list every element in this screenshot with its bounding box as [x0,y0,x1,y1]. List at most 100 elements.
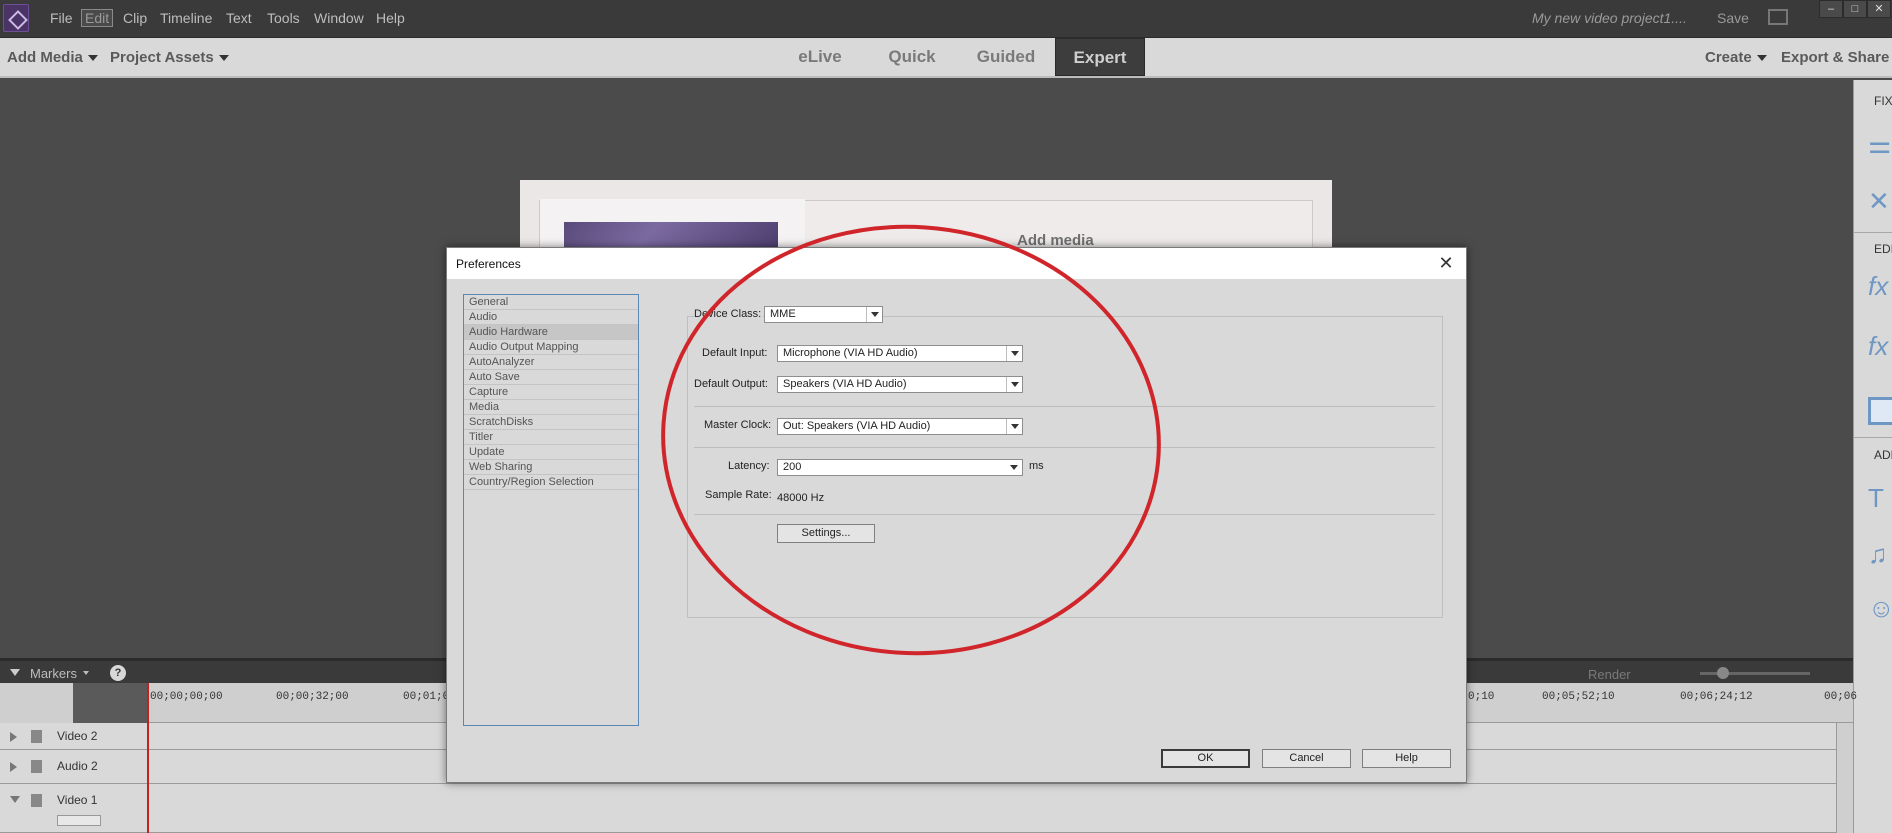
default-output-select[interactable]: Speakers (VIA HD Audio) [777,376,1023,393]
tab-quick[interactable]: Quick [872,38,952,76]
category-autoanalyzer[interactable]: AutoAnalyzer [464,355,638,370]
graphics-icon[interactable]: ☺ [1868,594,1892,622]
tools-icon[interactable]: ✕ [1868,187,1892,215]
fix-label: FIX [1874,94,1892,108]
category-auto-save[interactable]: Auto Save [464,370,638,385]
preferences-dialog: Preferences ✕ General Audio Audio Hardwa… [446,247,1467,783]
titles-icon[interactable]: T [1868,484,1892,512]
category-scratchdisks[interactable]: ScratchDisks [464,415,638,430]
chevron-down-icon [1006,460,1022,475]
speaker-icon [31,760,42,773]
category-update[interactable]: Update [464,445,638,460]
category-audio-output-mapping[interactable]: Audio Output Mapping [464,340,638,355]
close-icon[interactable]: ✕ [1434,252,1458,274]
default-output-value: Speakers (VIA HD Audio) [783,378,907,390]
latency-label: Latency: [728,460,770,472]
render-button[interactable]: Render [1588,667,1631,682]
dialog-body: General Audio Audio Hardware Audio Outpu… [447,279,1466,782]
category-general[interactable]: General [464,295,638,310]
timecode-label: 00;06 [1824,691,1858,703]
settings-button[interactable]: Settings... [777,524,875,543]
menu-edit[interactable]: Edit [81,9,114,27]
track-header: Audio 2 [0,750,148,783]
minimize-icon[interactable]: – [1819,0,1843,18]
effect-presets-icon[interactable]: fx [1868,332,1892,360]
category-audio-hardware[interactable]: Audio Hardware [464,325,638,340]
project-title: My new video project1.... [1532,10,1687,26]
chevron-down-icon [866,307,882,322]
chevron-down-icon [1006,346,1022,361]
app-logo-icon[interactable] [3,4,29,32]
dialog-titlebar: Preferences ✕ [447,248,1466,279]
menu-clip[interactable]: Clip [123,10,147,26]
audio-waveform-icon[interactable] [73,683,148,723]
zoom-slider-handle[interactable] [1717,667,1729,679]
panel-divider [1854,232,1892,233]
menu-timeline[interactable]: Timeline [160,10,212,26]
dialog-title: Preferences [456,257,521,271]
adjust-icon[interactable]: ⚌ [1868,130,1892,158]
transitions-icon[interactable] [1868,397,1892,425]
project-assets-dropdown[interactable]: Project Assets [110,49,229,66]
category-list[interactable]: General Audio Audio Hardware Audio Outpu… [463,294,639,726]
chevron-down-icon [83,671,89,675]
export-share-dropdown[interactable]: Export & Share [1781,49,1889,66]
menu-help[interactable]: Help [376,10,405,26]
category-capture[interactable]: Capture [464,385,638,400]
track-name: Video 2 [57,729,98,743]
sample-rate-value: 48000 Hz [777,492,825,504]
keyframe-controls[interactable] [57,815,101,826]
category-audio[interactable]: Audio [464,310,638,325]
cancel-button[interactable]: Cancel [1262,749,1351,768]
device-class-label: Device Class: [694,308,764,320]
markers-dropdown[interactable]: Markers [30,666,77,681]
smart-trim-icon[interactable] [0,683,73,723]
close-window-icon[interactable]: ✕ [1867,0,1891,18]
help-button[interactable]: Help [1362,749,1451,768]
divider [694,406,1435,407]
playhead[interactable] [147,683,149,833]
music-icon[interactable]: ♫ [1868,540,1892,568]
save-button[interactable]: Save [1717,10,1749,26]
default-input-value: Microphone (VIA HD Audio) [783,347,918,359]
menu-text[interactable]: Text [226,10,252,26]
effects-icon[interactable]: fx [1868,272,1892,300]
media-thumbnail[interactable] [564,222,778,250]
master-clock-select[interactable]: Out: Speakers (VIA HD Audio) [777,418,1023,435]
fullscreen-icon[interactable] [1768,9,1788,25]
default-input-select[interactable]: Microphone (VIA HD Audio) [777,345,1023,362]
latency-select[interactable]: 200 [777,459,1023,476]
menu-file[interactable]: File [50,10,73,26]
chevron-down-icon [87,55,98,62]
tab-expert[interactable]: Expert [1055,38,1145,76]
collapse-track-icon[interactable] [10,796,20,803]
tab-guided[interactable]: Guided [965,38,1047,76]
ok-button[interactable]: OK [1161,749,1250,768]
collapse-icon[interactable] [10,669,20,676]
panel-divider [1854,437,1892,438]
category-country-region[interactable]: Country/Region Selection [464,475,638,490]
maximize-icon[interactable]: □ [1843,0,1867,18]
timeline-scrollbar[interactable] [1836,723,1853,833]
timecode-label: 0;10 [1468,691,1495,703]
latency-unit: ms [1029,460,1044,472]
category-titler[interactable]: Titler [464,430,638,445]
expand-track-icon[interactable] [10,732,17,742]
device-class-select[interactable]: MME [764,306,883,323]
menu-tools[interactable]: Tools [267,10,300,26]
menu-window[interactable]: Window [314,10,364,26]
timecode-label: 00;00;32;00 [276,691,349,703]
category-media[interactable]: Media [464,400,638,415]
add-label: ADD [1874,448,1892,462]
track-video-1[interactable]: Video 1 [0,784,1836,833]
tab-elive[interactable]: eLive [780,38,860,76]
help-icon[interactable]: ? [110,665,126,681]
master-clock-value: Out: Speakers (VIA HD Audio) [783,420,931,432]
latency-value: 200 [783,461,802,473]
timecode-label: 00;00;00;00 [150,691,223,703]
divider [694,447,1435,448]
add-media-dropdown[interactable]: Add Media [7,49,98,66]
expand-track-icon[interactable] [10,762,17,772]
create-dropdown[interactable]: Create [1705,49,1767,66]
category-web-sharing[interactable]: Web Sharing [464,460,638,475]
